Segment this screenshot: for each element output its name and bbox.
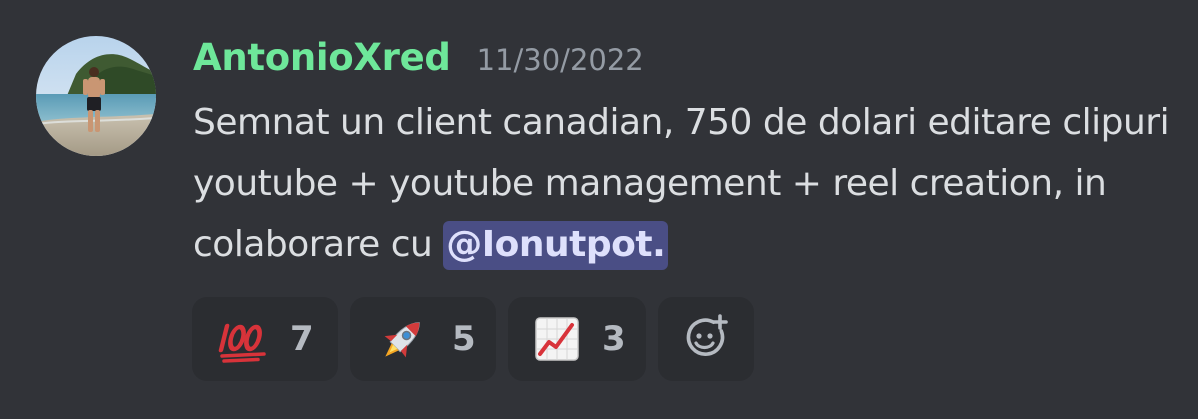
hundred-points-icon [218,312,268,366]
reaction-rocket[interactable]: 5 [350,297,496,381]
rocket-icon [376,312,430,366]
message-text: Semnat un client canadian, 750 de dolari… [193,102,1170,265]
reaction-chart-increasing[interactable]: 3 [508,297,646,381]
reaction-count: 5 [452,319,476,359]
chart-increasing-icon [534,312,580,366]
user-mention[interactable]: @Ionutpot. [443,221,669,270]
message-header: AntonioXred 11/30/2022 [193,34,644,82]
reaction-count: 3 [602,319,626,359]
timestamp: 11/30/2022 [476,43,644,77]
reaction-count: 7 [290,319,314,359]
add-reaction-button[interactable] [658,297,754,381]
reactions-bar: 7 5 3 [192,297,754,381]
avatar-photo-icon [36,36,156,156]
reaction-hundred-points[interactable]: 7 [192,297,338,381]
chat-message: AntonioXred 11/30/2022 Semnat un client … [0,0,1198,419]
username[interactable]: AntonioXred [193,34,451,82]
message-content: Semnat un client canadian, 750 de dolari… [193,92,1183,275]
add-reaction-icon [683,314,729,364]
user-avatar[interactable] [36,36,156,156]
